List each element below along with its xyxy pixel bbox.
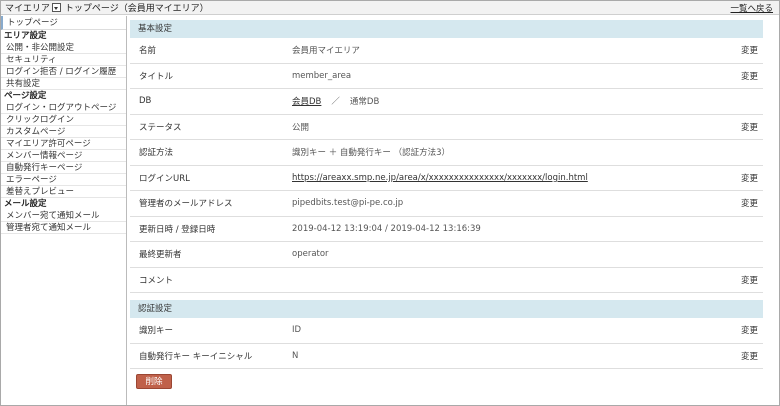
page-title: トップページ（会員用マイエリア） — [64, 4, 209, 14]
status-label: ステータス — [139, 122, 182, 133]
row-login-url: ログインURL https://areaxx.smp.ne.jp/area/x/… — [130, 166, 763, 191]
member-db-link[interactable]: 会員DB — [292, 97, 321, 107]
login-url-link[interactable]: https://areaxx.smp.ne.jp/area/x/xxxxxxxx… — [292, 173, 588, 183]
sidebar-heading-mail: メール設定 — [4, 199, 47, 209]
change-url-button[interactable]: 変更 — [741, 172, 758, 184]
delete-button[interactable]: 削除 — [136, 374, 172, 389]
change-initial-button[interactable]: 変更 — [741, 350, 758, 362]
key-initial-label: 自動発行キー キーイニシャル — [139, 351, 253, 362]
row-db: DB 会員DB ／ 通常DB — [130, 89, 763, 115]
sidebar-heading-page: ページ設定 — [4, 91, 47, 101]
name-label: 名前 — [139, 46, 157, 57]
row-key-initial: 自動発行キー キーイニシャル N 変更 — [130, 344, 763, 369]
row-updater: 最終更新者 operator — [130, 242, 763, 268]
updater-label: 最終更新者 — [139, 250, 182, 261]
sidebar-item-click-login[interactable]: クリックログイン — [1, 114, 126, 126]
dates-label: 更新日時 / 登録日時 — [139, 224, 216, 235]
sidebar-item-login-deny[interactable]: ログイン拒否 / ログイン履歴 — [1, 66, 126, 78]
sidebar-item-publish[interactable]: 公開・非公開設定 — [1, 42, 126, 54]
change-comment-button[interactable]: 変更 — [741, 274, 758, 286]
sidebar-item-error-page[interactable]: エラーページ — [1, 174, 126, 186]
top-bar: マイエリア トップページ（会員用マイエリア） 一覧へ戻る — [1, 1, 779, 15]
auth-method-value: 識別キー ＋ 自動発行キー （認証方法3） — [292, 148, 451, 159]
row-name: 名前 会員用マイエリア 変更 — [130, 38, 763, 64]
sidebar-item-allow-page[interactable]: マイエリア許可ページ — [1, 138, 126, 150]
sidebar: トップページ エリア設定 公開・非公開設定 セキュリティ ログイン拒否 / ログ… — [1, 16, 127, 405]
db-separator: ／ — [331, 97, 340, 108]
row-dates: 更新日時 / 登録日時 2019-04-12 13:19:04 / 2019-0… — [130, 217, 763, 242]
admin-email-value: pipedbits.test@pi-pe.co.jp — [292, 198, 404, 209]
normal-db-text: 通常DB — [349, 97, 380, 108]
sidebar-item-login-page[interactable]: ログイン・ログアウトページ — [1, 102, 126, 114]
row-status: ステータス 公開 変更 — [130, 115, 763, 140]
row-admin-email: 管理者のメールアドレス pipedbits.test@pi-pe.co.jp 変… — [130, 191, 763, 217]
title-value: member_area — [292, 70, 352, 81]
basic-settings-heading: 基本設定 — [130, 20, 763, 38]
sidebar-item-top-page[interactable]: トップページ — [1, 16, 126, 30]
change-email-button[interactable]: 変更 — [741, 197, 758, 209]
sidebar-item-security[interactable]: セキュリティ — [1, 54, 126, 66]
main-content: 基本設定 名前 会員用マイエリア 変更 タイトル member_area 変更 … — [130, 20, 763, 369]
sidebar-item-auto-key[interactable]: 自動発行キーページ — [1, 162, 126, 174]
sidebar-heading-area: エリア設定 — [4, 31, 47, 41]
area-dropdown-icon[interactable] — [51, 3, 61, 12]
row-identifier-key: 識別キー ID 変更 — [130, 318, 763, 344]
auth-method-label: 認証方法 — [139, 148, 174, 159]
sidebar-item-custom-page[interactable]: カスタムページ — [1, 126, 126, 138]
auth-settings-heading: 認証設定 — [130, 300, 763, 318]
back-to-list-link[interactable]: 一覧へ戻る — [730, 2, 773, 14]
key-initial-value: N — [292, 350, 299, 361]
change-status-button[interactable]: 変更 — [741, 121, 758, 133]
admin-email-label: 管理者のメールアドレス — [139, 199, 233, 210]
db-value: 会員DB ／ 通常DB — [292, 95, 763, 107]
row-comment: コメント 変更 — [130, 268, 763, 293]
title-label: タイトル — [139, 71, 174, 82]
dates-value: 2019-04-12 13:19:04 / 2019-04-12 13:16:3… — [292, 223, 481, 234]
db-label: DB — [139, 96, 152, 107]
comment-label: コメント — [139, 275, 174, 286]
app-title: マイエリア — [5, 4, 50, 14]
updater-value: operator — [292, 249, 329, 260]
name-value: 会員用マイエリア — [292, 46, 360, 57]
identifier-key-value: ID — [292, 325, 302, 336]
sidebar-item-preview[interactable]: 差替えプレビュー — [1, 186, 126, 198]
sidebar-item-member-mail[interactable]: メンバー宛て通知メール — [1, 210, 126, 222]
sidebar-item-share[interactable]: 共有設定 — [1, 78, 126, 90]
change-key-button[interactable]: 変更 — [741, 324, 758, 336]
row-auth-method: 認証方法 識別キー ＋ 自動発行キー （認証方法3） — [130, 140, 763, 166]
identifier-key-label: 識別キー — [139, 326, 174, 337]
row-title: タイトル member_area 変更 — [130, 64, 763, 89]
login-url-label: ログインURL — [139, 173, 190, 184]
sidebar-item-admin-mail[interactable]: 管理者宛て通知メール — [1, 222, 126, 234]
status-value: 公開 — [292, 122, 310, 133]
change-title-button[interactable]: 変更 — [741, 70, 758, 82]
sidebar-item-member-info[interactable]: メンバー情報ページ — [1, 150, 126, 162]
change-name-button[interactable]: 変更 — [741, 44, 758, 56]
